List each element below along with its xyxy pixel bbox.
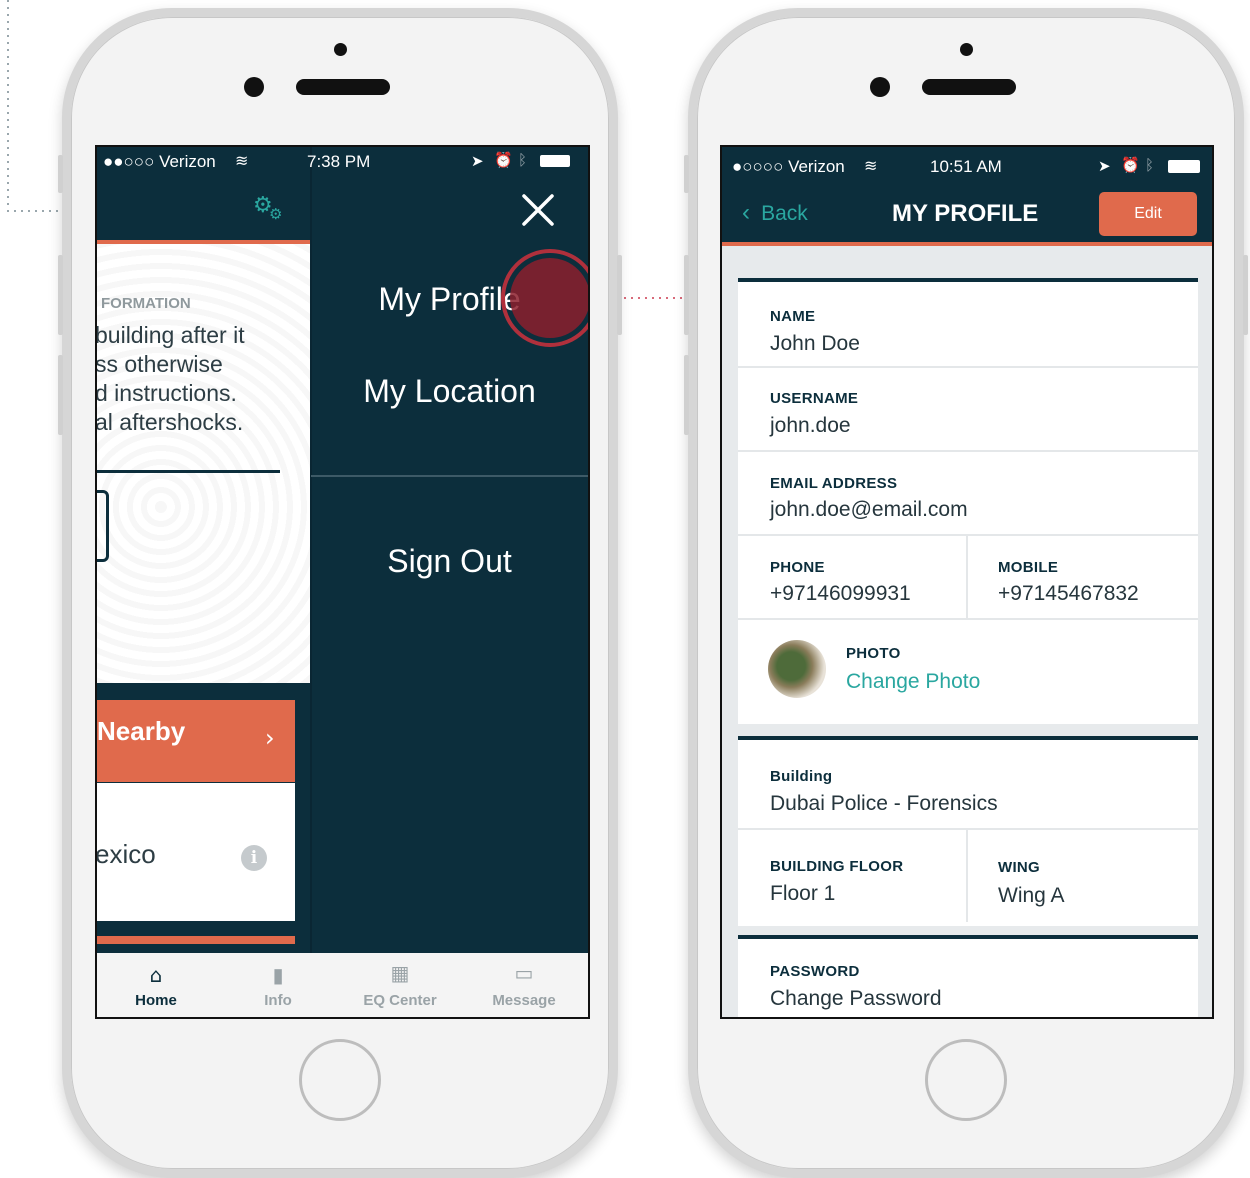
location-icon: ➤ xyxy=(1098,157,1111,175)
phone-label: PHONE xyxy=(770,559,825,576)
tab-message[interactable]: Message xyxy=(469,992,579,1009)
chevron-left-icon: ‹ xyxy=(742,199,750,226)
floor-label: BUILDING FLOOR xyxy=(770,858,904,875)
power-button xyxy=(1243,255,1248,335)
battery-icon xyxy=(540,155,570,167)
next-card-edge xyxy=(97,936,295,944)
tap-indicator xyxy=(510,258,588,338)
wifi-icon: ≋ xyxy=(864,156,878,175)
info-icon[interactable]: i xyxy=(241,845,267,871)
battery-icon xyxy=(1168,160,1200,173)
home-button[interactable] xyxy=(925,1039,1007,1121)
close-icon[interactable] xyxy=(521,193,555,227)
tab-info[interactable]: Info xyxy=(223,992,333,1009)
home-button[interactable] xyxy=(299,1039,381,1121)
header-accent xyxy=(722,242,1212,246)
mute-switch xyxy=(684,155,689,193)
floor-value: Floor 1 xyxy=(770,882,836,905)
divider xyxy=(738,534,1198,536)
volume-down-button xyxy=(684,355,689,435)
alarm-icon: ⏰ xyxy=(1121,156,1140,174)
bluetooth-icon: ᛒ xyxy=(1145,156,1155,174)
nearby-button[interactable]: Nearby › xyxy=(97,700,295,782)
sensor-icon xyxy=(870,77,890,97)
info-line: building after it xyxy=(95,322,245,348)
divider xyxy=(738,828,1198,830)
change-photo-link[interactable]: Change Photo xyxy=(846,670,980,694)
info-icon: ▮ xyxy=(272,963,284,987)
volume-up-button xyxy=(684,255,689,335)
message-icon: ▭ xyxy=(514,961,534,985)
edit-button[interactable]: Edit xyxy=(1099,192,1197,236)
photo-label: PHOTO xyxy=(846,645,901,662)
name-value: John Doe xyxy=(770,332,860,355)
change-password-link[interactable]: Change Password xyxy=(770,987,942,1011)
card-edge xyxy=(97,490,109,562)
email-label: EMAIL ADDRESS xyxy=(770,475,898,492)
front-camera-icon xyxy=(334,43,347,56)
divider xyxy=(738,366,1198,368)
profile-card: NAME John Doe USERNAME john.doe EMAIL AD… xyxy=(738,278,1198,724)
back-label: Back xyxy=(761,202,808,225)
divider xyxy=(97,470,280,473)
front-camera-icon xyxy=(960,43,973,56)
info-line: al aftershocks. xyxy=(95,409,244,435)
location-card: Building Dubai Police - Forensics BUILDI… xyxy=(738,736,1198,926)
menu-item-sign-out[interactable]: Sign Out xyxy=(312,543,587,580)
building-value: Dubai Police - Forensics xyxy=(770,792,998,815)
info-line: ss otherwise xyxy=(95,351,223,377)
tab-home[interactable]: Home xyxy=(101,992,211,1009)
column-divider xyxy=(966,830,968,922)
mute-switch xyxy=(58,155,63,193)
page-title: MY PROFILE xyxy=(892,200,1039,227)
volume-down-button xyxy=(58,355,63,435)
list-item[interactable]: exico i xyxy=(97,783,295,921)
mobile-value: +97145467832 xyxy=(998,582,1139,605)
status-time: 7:38 PM xyxy=(307,152,371,171)
sensor-icon xyxy=(244,77,264,97)
building-icon: ▦ xyxy=(390,961,410,985)
alarm-icon: ⏰ xyxy=(494,151,513,169)
name-label: NAME xyxy=(770,308,816,325)
password-label: PASSWORD xyxy=(770,963,860,980)
volume-up-button xyxy=(58,255,63,335)
speaker-grille xyxy=(922,79,1016,95)
carrier-signal: ●●○○○ Verizon xyxy=(103,152,216,171)
wifi-icon: ≋ xyxy=(235,151,249,170)
menu-item-my-location[interactable]: My Location xyxy=(312,373,587,410)
username-label: USERNAME xyxy=(770,390,859,407)
avatar[interactable] xyxy=(768,640,826,698)
menu-divider xyxy=(311,475,588,477)
location-icon: ➤ xyxy=(471,152,484,170)
speaker-grille xyxy=(296,79,390,95)
column-divider xyxy=(966,536,968,618)
status-time: 10:51 AM xyxy=(930,157,1002,176)
nearby-label: Nearby xyxy=(97,716,186,746)
back-button[interactable]: ‹ Back xyxy=(742,199,808,227)
power-button xyxy=(617,255,622,335)
list-item-title: exico xyxy=(95,839,156,869)
phone-value: +97146099931 xyxy=(770,582,911,605)
bluetooth-icon: ᛒ xyxy=(518,151,528,169)
header-accent xyxy=(97,240,310,244)
info-line: d instructions. xyxy=(95,380,237,406)
wing-value: Wing A xyxy=(998,884,1065,907)
right-screen: ●○○○○ Verizon ≋ 10:51 AM ➤ ⏰ ᛒ ‹ Back MY… xyxy=(720,145,1214,1019)
small-gear-icon: ⚙ xyxy=(269,205,283,223)
building-label: Building xyxy=(770,768,833,785)
info-text: building after it ss otherwise d instruc… xyxy=(95,321,245,437)
password-card: PASSWORD Change Password xyxy=(738,935,1198,1017)
username-value: john.doe xyxy=(770,414,851,437)
carrier-signal: ●○○○○ Verizon xyxy=(732,157,845,176)
home-icon: ⌂ xyxy=(149,963,163,987)
tab-eq-center[interactable]: EQ Center xyxy=(345,992,455,1009)
left-screen: FORMATION building after it ss otherwise… xyxy=(95,145,590,1019)
wing-label: WING xyxy=(998,859,1041,876)
mobile-label: MOBILE xyxy=(998,559,1059,576)
section-label: FORMATION xyxy=(101,295,191,312)
divider xyxy=(738,618,1198,620)
divider xyxy=(738,450,1198,452)
chevron-right-icon: › xyxy=(265,724,275,752)
email-value: john.doe@email.com xyxy=(770,498,968,521)
